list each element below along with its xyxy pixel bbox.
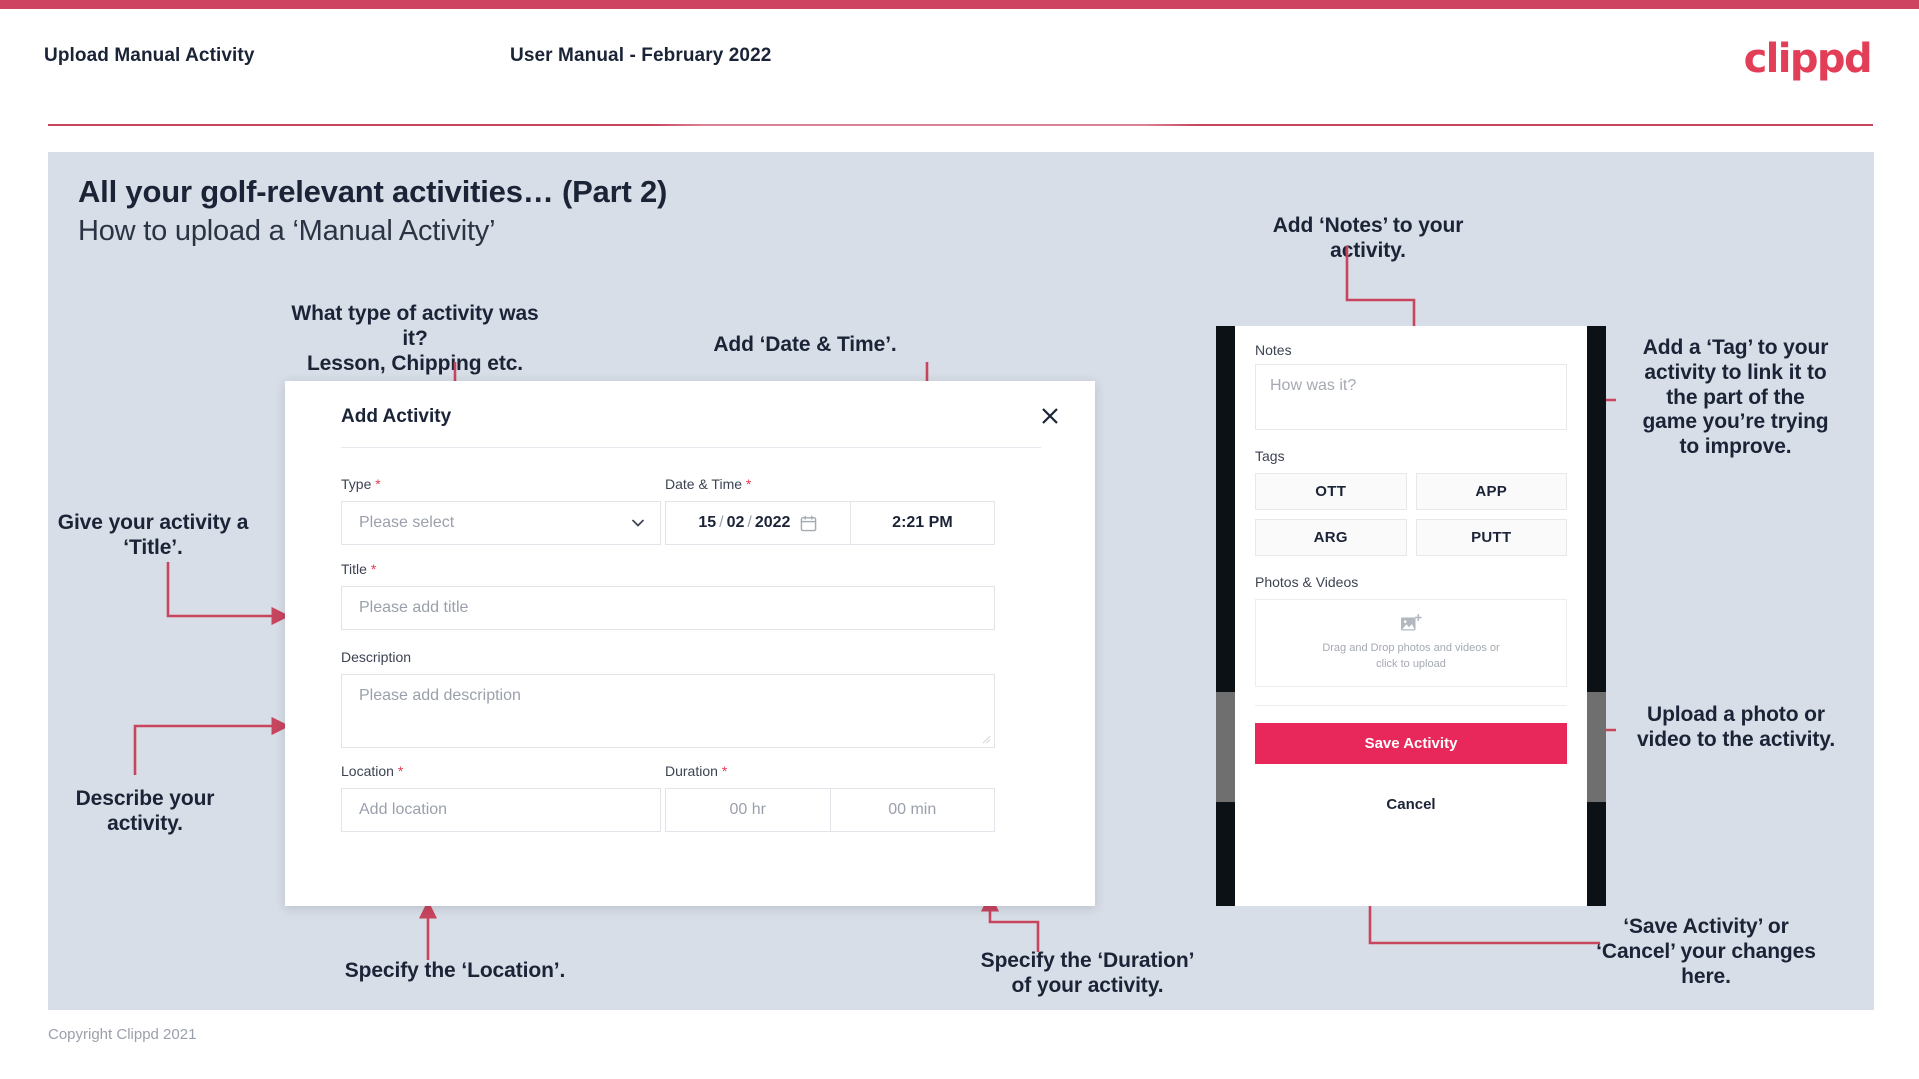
annotation-title: Give your activity a ‘Title’.: [57, 511, 249, 559]
label-datetime-text: Date & Time: [665, 476, 743, 492]
field-datetime: Date & Time * 15 / 02 / 2022 2:21 PM: [665, 476, 996, 545]
clippd-logo: clippd: [1743, 36, 1873, 82]
annotation-duration: Specify the ‘Duration’ of your activity.: [980, 949, 1195, 997]
tag-button-arg[interactable]: ARG: [1255, 519, 1407, 556]
cancel-button[interactable]: Cancel: [1255, 796, 1567, 813]
phone-tags-grid: OTT APP ARG PUTT: [1255, 473, 1567, 556]
field-type: Type * Please select: [341, 476, 661, 545]
type-select[interactable]: Please select: [341, 501, 661, 545]
slide-title: All your golf-relevant activities… (Part…: [78, 174, 668, 209]
datetime-controls: 15 / 02 / 2022 2:21 PM: [665, 501, 996, 545]
required-marker: *: [745, 476, 752, 492]
add-activity-dialog: Add Activity Type * Please select Date &…: [285, 381, 1095, 906]
header-divider: [48, 124, 1873, 126]
required-marker: *: [397, 763, 404, 779]
label-title-text: Title: [341, 561, 367, 577]
tag-button-app[interactable]: APP: [1415, 473, 1567, 510]
annotation-photos: Upload a photo or video to the activity.: [1636, 703, 1836, 751]
field-description: Description Please add description: [341, 649, 995, 748]
slide-root: Upload Manual Activity User Manual - Feb…: [0, 0, 1919, 1079]
dialog-title: Add Activity: [341, 406, 452, 427]
date-input[interactable]: 15 / 02 / 2022: [665, 501, 850, 545]
photo-dropzone[interactable]: Drag and Drop photos and videos or click…: [1255, 599, 1567, 687]
field-location: Location * Add location: [341, 763, 661, 832]
slide-subtitle: How to upload a ‘Manual Activity’: [78, 215, 496, 247]
dialog-divider: [341, 447, 1041, 448]
phone-bezel-left: [1216, 326, 1235, 906]
date-month: 02: [726, 514, 745, 531]
phone-bezel-right-segment: [1587, 692, 1606, 802]
description-textarea[interactable]: Please add description: [341, 674, 995, 748]
field-duration: Duration * 00 hr 00 min: [665, 763, 995, 832]
label-duration-text: Duration: [665, 763, 718, 779]
label-description-text: Description: [341, 649, 412, 665]
field-title: Title * Please add title: [341, 561, 995, 630]
calendar-icon[interactable]: [800, 515, 817, 532]
phone-bezel-right: [1587, 326, 1606, 906]
label-datetime: Date & Time *: [665, 476, 995, 492]
tag-button-putt[interactable]: PUTT: [1415, 519, 1567, 556]
duration-minutes-input[interactable]: 00 min: [830, 788, 995, 832]
phone-screen: Notes How was it? Tags OTT APP ARG PUTT …: [1235, 326, 1587, 906]
duration-minutes-value: 00 min: [888, 801, 937, 818]
date-day: 15: [698, 514, 717, 531]
time-input[interactable]: 2:21 PM: [849, 501, 996, 545]
dialog-header: Add Activity: [285, 381, 1095, 447]
label-location: Location *: [341, 763, 661, 779]
time-value: 2:21 PM: [892, 514, 953, 531]
required-marker: *: [370, 561, 377, 577]
required-marker: *: [375, 476, 381, 492]
dropzone-line-1: Drag and Drop photos and videos or: [1322, 641, 1500, 654]
required-marker: *: [721, 763, 728, 779]
type-select-value: Please select: [359, 514, 455, 531]
label-description: Description: [341, 649, 995, 665]
annotation-notes: Add ‘Notes’ to your activity.: [1272, 214, 1464, 262]
save-activity-button[interactable]: Save Activity: [1255, 723, 1567, 764]
label-type-text: Type: [341, 476, 372, 492]
annotation-type: What type of activity was it? Lesson, Chi…: [291, 302, 539, 375]
phone-notes-label: Notes: [1255, 342, 1292, 358]
date-sep-1: /: [719, 514, 724, 531]
description-placeholder: Please add description: [359, 687, 521, 704]
title-placeholder: Please add title: [359, 599, 469, 616]
header-subtitle: User Manual - February 2022: [510, 45, 772, 66]
label-duration: Duration *: [665, 763, 995, 779]
close-glyph: [1042, 408, 1058, 424]
resize-grip-icon[interactable]: [981, 734, 991, 744]
add-image-icon: [1401, 613, 1422, 631]
close-icon[interactable]: [1035, 401, 1065, 431]
annotation-description: Describe your activity.: [75, 787, 215, 835]
phone-mockup: Notes How was it? Tags OTT APP ARG PUTT …: [1216, 326, 1606, 906]
annotation-save: ‘Save Activity’ or ‘Cancel’ your changes h…: [1596, 915, 1816, 988]
chevron-down-icon: [632, 519, 644, 527]
location-input[interactable]: Add location: [341, 788, 661, 832]
dropzone-text: Drag and Drop photos and videos or click…: [1322, 641, 1499, 673]
phone-bezel-left-segment: [1216, 692, 1235, 802]
title-input[interactable]: Please add title: [341, 586, 995, 630]
date-sep-2: /: [747, 514, 752, 531]
dropzone-line-2: click to upload: [1376, 657, 1446, 670]
duration-hours-input[interactable]: 00 hr: [665, 788, 831, 832]
annotation-datetime: Add ‘Date & Time’.: [713, 333, 897, 356]
footer-copyright: Copyright Clippd 2021: [48, 1026, 197, 1043]
label-title: Title *: [341, 561, 995, 577]
duration-hours-value: 00 hr: [729, 801, 766, 818]
annotation-tags: Add a ‘Tag’ to your activity to link it t…: [1642, 336, 1829, 459]
phone-notes-placeholder: How was it?: [1270, 377, 1357, 394]
date-year: 2022: [754, 514, 791, 531]
label-type: Type *: [341, 476, 661, 492]
phone-notes-input[interactable]: How was it?: [1255, 364, 1567, 430]
annotation-location: Specify the ‘Location’.: [344, 959, 566, 982]
top-accent-bar: [0, 0, 1919, 9]
duration-controls: 00 hr 00 min: [665, 788, 995, 832]
page-title: Upload Manual Activity: [44, 45, 255, 66]
phone-tags-label: Tags: [1255, 448, 1285, 464]
tag-button-ott[interactable]: OTT: [1255, 473, 1407, 510]
location-placeholder: Add location: [359, 801, 448, 818]
label-location-text: Location: [341, 763, 394, 779]
phone-photos-label: Photos & Videos: [1255, 574, 1359, 590]
